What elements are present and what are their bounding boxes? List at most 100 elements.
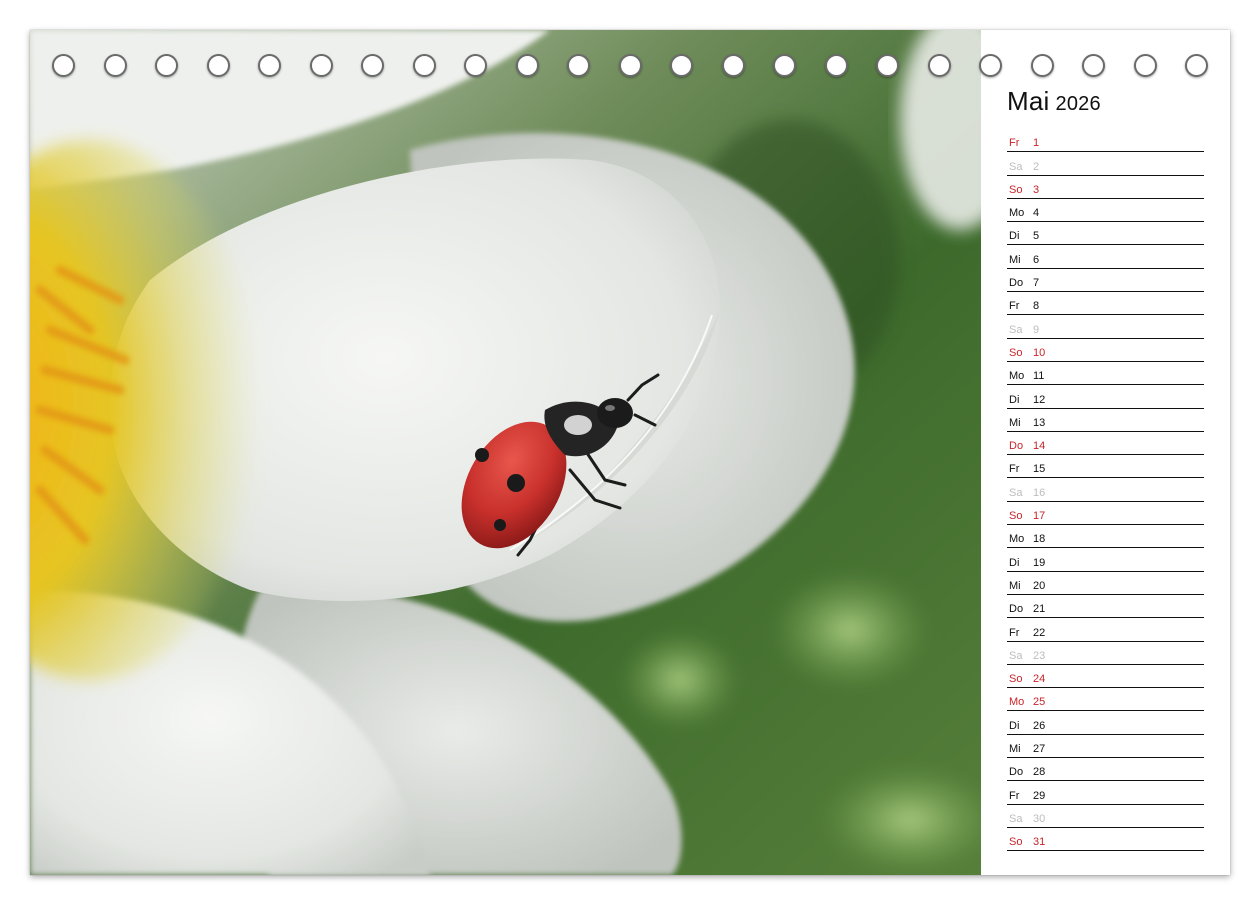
day-row: Fr 22 (1007, 618, 1204, 642)
day-number: 11 (1033, 370, 1045, 383)
weekday-label: Sa (1009, 486, 1023, 499)
day-number: 12 (1033, 393, 1046, 406)
day-row: Sa 9 (1007, 315, 1204, 339)
day-row: Di 26 (1007, 711, 1204, 735)
day-number: 17 (1033, 510, 1046, 523)
day-number: 28 (1033, 766, 1046, 779)
day-number: 24 (1033, 673, 1046, 686)
weekday-label: Do (1009, 277, 1024, 290)
weekday-label: Mo (1009, 207, 1025, 220)
year-label: 2026 (1055, 93, 1101, 115)
day-row: Mi 13 (1007, 409, 1204, 432)
day-number: 30 (1033, 812, 1046, 825)
day-row: Sa 30 (1007, 805, 1204, 828)
day-row: So 3 (1007, 176, 1204, 199)
day-row: Di 5 (1007, 222, 1204, 246)
weekday-label: Sa (1009, 649, 1023, 662)
weekday-label: Sa (1009, 812, 1023, 825)
day-row: Do 14 (1007, 432, 1204, 456)
weekday-label: Mo (1009, 696, 1025, 709)
day-number: 23 (1033, 649, 1046, 662)
day-number: 18 (1033, 533, 1046, 546)
weekday-label: Fr (1009, 626, 1020, 639)
weekday-label: Do (1009, 766, 1024, 779)
day-number: 2 (1033, 160, 1040, 173)
weekday-label: So (1009, 673, 1023, 686)
day-row: So 31 (1007, 828, 1204, 852)
day-number: 1 (1033, 137, 1040, 150)
weekday-label: Fr (1009, 789, 1020, 802)
weekday-label: Do (1009, 603, 1024, 616)
day-number: 22 (1033, 626, 1046, 639)
weekday-label: Fr (1009, 463, 1020, 476)
calendar-panel: Mai 2026 Fr 1 Sa 2 So 3 Mo 4 Di 5 Mi 6 Do 7 Fr 8 Sa 9 So 10 M… (981, 30, 1230, 875)
weekday-label: Mi (1009, 416, 1021, 429)
weekday-label: Mi (1009, 253, 1021, 266)
day-row: Fr 29 (1007, 781, 1204, 805)
day-row: Di 12 (1007, 385, 1204, 409)
day-number: 27 (1033, 743, 1046, 756)
weekday-label: Di (1009, 556, 1020, 569)
day-number: 19 (1033, 556, 1046, 569)
month-name: Mai (1007, 86, 1050, 116)
day-number: 10 (1033, 346, 1046, 359)
weekday-label: So (1009, 836, 1023, 849)
weekday-label: So (1009, 510, 1023, 523)
weekday-label: Sa (1009, 160, 1023, 173)
day-row: Fr 1 (1007, 129, 1204, 153)
day-row: Mo 11 (1007, 362, 1204, 386)
ladybug-on-white-petal-image (30, 30, 981, 875)
day-row: So 10 (1007, 339, 1204, 362)
weekday-label: Do (1009, 440, 1024, 453)
day-row: Sa 23 (1007, 642, 1204, 665)
day-number: 6 (1033, 253, 1040, 266)
day-row: Do 21 (1007, 595, 1204, 619)
day-row: Di 19 (1007, 548, 1204, 572)
day-row: Mi 20 (1007, 572, 1204, 595)
day-number: 8 (1033, 300, 1040, 313)
weekday-label: Di (1009, 230, 1020, 243)
day-row: So 24 (1007, 665, 1204, 689)
day-list: Fr 1 Sa 2 So 3 Mo 4 Di 5 Mi 6 Do 7 Fr 8 Sa 9 So 10 Mo 11 Di 12 M… (1007, 129, 1204, 852)
day-row: Mo 25 (1007, 688, 1204, 712)
day-row: Do 28 (1007, 758, 1204, 782)
weekday-label: Sa (1009, 323, 1023, 336)
day-row: So 17 (1007, 502, 1204, 526)
weekday-label: Mo (1009, 370, 1025, 383)
weekday-label: So (1009, 183, 1023, 196)
weekday-label: Di (1009, 393, 1020, 406)
day-number: 14 (1033, 440, 1046, 453)
day-row: Mi 27 (1007, 735, 1204, 759)
day-number: 13 (1033, 416, 1046, 429)
day-row: Mo 4 (1007, 199, 1204, 223)
weekday-label: Mo (1009, 533, 1025, 546)
weekday-label: Mi (1009, 743, 1021, 756)
day-row: Sa 16 (1007, 478, 1204, 502)
day-number: 21 (1033, 603, 1046, 616)
weekday-label: So (1009, 346, 1023, 359)
day-row: Fr 8 (1007, 292, 1204, 316)
day-number: 15 (1033, 463, 1046, 476)
day-row: Mo 18 (1007, 525, 1204, 549)
day-row: Mi 6 (1007, 245, 1204, 269)
day-number: 5 (1033, 230, 1040, 243)
weekday-label: Mi (1009, 579, 1021, 592)
day-number: 29 (1033, 789, 1046, 802)
day-number: 25 (1033, 696, 1046, 709)
day-number: 31 (1033, 836, 1046, 849)
weekday-label: Fr (1009, 300, 1020, 313)
weekday-label: Fr (1009, 137, 1020, 150)
day-number: 16 (1033, 486, 1046, 499)
ladybug-photo (30, 30, 981, 875)
day-number: 7 (1033, 277, 1040, 290)
day-row: Sa 2 (1007, 152, 1204, 176)
day-number: 26 (1033, 719, 1046, 732)
day-row: Do 7 (1007, 269, 1204, 293)
day-number: 3 (1033, 183, 1040, 196)
day-number: 20 (1033, 579, 1046, 592)
month-heading: Mai 2026 (1007, 86, 1101, 117)
day-number: 9 (1033, 323, 1040, 336)
day-number: 4 (1033, 207, 1040, 220)
calendar-page: Mai 2026 Fr 1 Sa 2 So 3 Mo 4 Di 5 Mi 6 Do 7 Fr 8 Sa 9 So 10 M… (30, 30, 1230, 875)
weekday-label: Di (1009, 719, 1020, 732)
